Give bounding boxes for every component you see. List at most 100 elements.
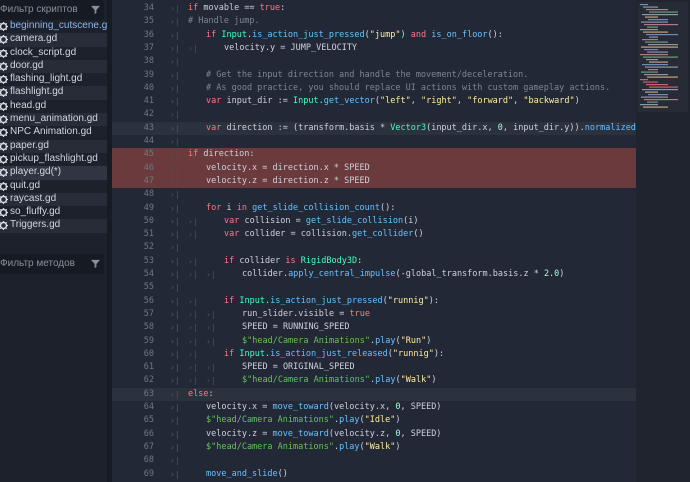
code-line[interactable]: 44 ›|: [112, 135, 636, 148]
code-line[interactable]: 65 ›| ›| $"head/Camera Animations".play("Id…: [112, 414, 636, 427]
code-line[interactable]: 40 ›| ›| # As good practice, you should rep…: [112, 82, 636, 95]
code-line[interactable]: 66 ›| ›| velocity.z = move_toward(velocity.…: [112, 428, 636, 441]
indent-guide: ›|: [170, 283, 180, 293]
code-line[interactable]: 55 ›|: [112, 281, 636, 294]
minimap-line: [645, 16, 658, 18]
code-editor[interactable]: 34 ›| if movable == true: 35 ›| # Handle jump…: [112, 0, 636, 482]
method-filter-placeholder: Фильтр методов: [0, 258, 75, 269]
code-line[interactable]: 49 ›| ›| for i in get_slide_collision_count…: [112, 202, 636, 215]
script-file-item[interactable]: pickup_flashlight.gd: [0, 153, 107, 166]
gear-icon: [0, 35, 8, 45]
code-line[interactable]: 46 ›| ›| velocity.x = direction.x * SPEED: [112, 161, 636, 175]
code-line[interactable]: 69 ›| ›| move_and_slide(): [112, 468, 636, 481]
code-token: i: [226, 202, 237, 213]
script-file-name: quit.gd: [10, 179, 41, 191]
script-file-item[interactable]: Triggers.gd: [0, 219, 107, 233]
code-line[interactable]: 60 ›| ›| ›| if Input.is_action_just_released…: [112, 348, 636, 361]
line-number: 42: [143, 109, 154, 120]
script-file-item[interactable]: so_fluffy.gd: [0, 206, 107, 219]
code-line[interactable]: 58 ›| ›| ›| ›| SPEED = RUNNING_SPEED: [112, 321, 636, 334]
code-line[interactable]: 50 ›| ›| ›| var collision = get_slide_collis…: [112, 215, 636, 228]
indent-guide: ›|: [170, 4, 180, 13]
code-token: :: [357, 255, 363, 266]
code-token: get_slide_collision_count: [252, 202, 381, 213]
code-token: (): [277, 468, 288, 479]
script-file-item[interactable]: flashlight.gd: [0, 86, 107, 100]
script-file-item[interactable]: head.gd: [0, 100, 107, 113]
minimap-line: [649, 61, 668, 63]
script-file-item[interactable]: raycast.gd: [0, 192, 107, 207]
code-line[interactable]: 34 ›| if movable == true:: [112, 2, 636, 15]
code-line[interactable]: 67 ›| ›| $"head/Camera Animations".play("Wa…: [112, 441, 636, 454]
code-text: move_and_slide(): [206, 468, 288, 481]
code-line[interactable]: 53 ›| ›| ›| if collider is RigidBody3D:: [112, 255, 636, 268]
code-line[interactable]: 57 ›| ›| ›| ›| run_slider.visible = true: [112, 308, 636, 321]
code-line[interactable]: 35 ›| # Handle jump.: [112, 15, 636, 28]
script-file-item[interactable]: clock_script.gd: [0, 47, 107, 60]
script-file-name: flashing_light.gd: [10, 73, 83, 85]
method-filter-input[interactable]: Фильтр методов: [0, 254, 104, 274]
script-file-name: head.gd: [10, 99, 47, 111]
funnel-icon[interactable]: [91, 5, 100, 14]
script-file-item[interactable]: quit.gd: [0, 180, 107, 193]
gear-icon: [0, 194, 8, 204]
indent-guide: ›|: [170, 30, 180, 40]
code-token: ): [426, 335, 432, 346]
script-file-item[interactable]: beginning_cutscene.gd: [0, 20, 107, 33]
minimap-line: [646, 59, 658, 61]
code-token: :: [280, 3, 286, 13]
code-minimap[interactable]: [636, 0, 690, 482]
code-line[interactable]: 38 ›|: [112, 55, 636, 68]
code-line[interactable]: 54 ›| ›| ›| ›| collider.apply_central_impulse…: [112, 268, 636, 281]
script-file-name: beginning_cutscene.gd: [10, 20, 107, 31]
script-sidebar: Фильтр скриптов beginning_cutscene.gdcam…: [0, 0, 107, 482]
script-file-item[interactable]: door.gd: [0, 59, 107, 74]
script-file-item[interactable]: camera.gd: [0, 33, 107, 47]
gear-icon: [0, 88, 8, 98]
code-line[interactable]: 43 ›| ›| var direction := (transform.basis …: [112, 121, 636, 135]
code-line[interactable]: 64 ›| ›| velocity.x = move_toward(velocity.…: [112, 401, 636, 414]
code-token: collision =: [244, 215, 306, 226]
indent-guide: ›|: [170, 469, 180, 479]
code-token: "jump": [369, 29, 401, 40]
script-filter-input[interactable]: Фильтр скриптов: [0, 0, 104, 20]
script-file-item[interactable]: flashing_light.gd: [0, 73, 107, 86]
code-line[interactable]: 41 ›| ›| var input_dir := Input.get_vector(…: [112, 95, 636, 108]
code-token: in: [236, 202, 253, 213]
script-file-item[interactable]: menu_animation.gd: [0, 113, 107, 127]
code-line[interactable]: 42 ›|: [112, 108, 636, 121]
line-number: 58: [143, 322, 154, 333]
script-file-item[interactable]: player.gd(*): [0, 166, 107, 180]
minimap-canvas: [638, 2, 688, 112]
line-number: 54: [143, 269, 154, 279]
indent-guide: ›|: [170, 57, 180, 67]
code-line[interactable]: 68 ›|: [112, 454, 636, 467]
minimap-line: [640, 79, 648, 81]
code-line[interactable]: 45 ›| if direction:: [112, 148, 636, 162]
gear-icon: [0, 141, 8, 151]
code-line[interactable]: 51 ›| ›| ›| var collider = collision.get_col…: [112, 228, 636, 241]
minimap-line: [640, 54, 668, 56]
code-line[interactable]: 48 ›|: [112, 188, 636, 201]
code-line[interactable]: 37 ›| ›| ›| velocity.y = JUMP_VELOCITY: [112, 42, 636, 55]
script-file-item[interactable]: NPC Animation.gd: [0, 126, 107, 139]
code-line[interactable]: 56 ›| ›| ›| if Input.is_action_just_pressed(…: [112, 295, 636, 308]
code-line[interactable]: 39 ›| ›| # Get the input direction and hand…: [112, 69, 636, 82]
funnel-icon[interactable]: [91, 259, 100, 268]
script-file-item[interactable]: paper.gd: [0, 139, 107, 153]
code-token: is_action_just_pressed: [270, 295, 383, 306]
code-token: $"head/Camera Animations": [242, 375, 370, 386]
code-line[interactable]: 62 ›| ›| ›| ›| $"head/Camera Animations".play…: [112, 374, 636, 387]
code-line[interactable]: 47 ›| ›| velocity.z = direction.z * SPEED: [112, 174, 636, 189]
code-text: if Input.is_action_just_pressed("runnig"…: [224, 295, 439, 308]
code-line[interactable]: 59 ›| ›| ›| ›| $"head/Camera Animations".play…: [112, 335, 636, 348]
code-line[interactable]: 52 ›|: [112, 241, 636, 254]
code-line[interactable]: 36 ›| ›| if Input.is_action_just_pressed("j…: [112, 29, 636, 42]
script-file-name: player.gd(*): [10, 166, 62, 178]
gear-icon: [0, 22, 8, 31]
code-line[interactable]: 63 ›| else:: [112, 387, 636, 401]
indent-guide: ›|: [170, 97, 180, 107]
code-line[interactable]: 61 ›| ›| ›| ›| SPEED = ORIGINAL_SPEED: [112, 361, 636, 374]
code-text: velocity.x = move_toward(velocity.x, 0, …: [206, 401, 441, 414]
indent-guide: ›|: [188, 43, 198, 53]
